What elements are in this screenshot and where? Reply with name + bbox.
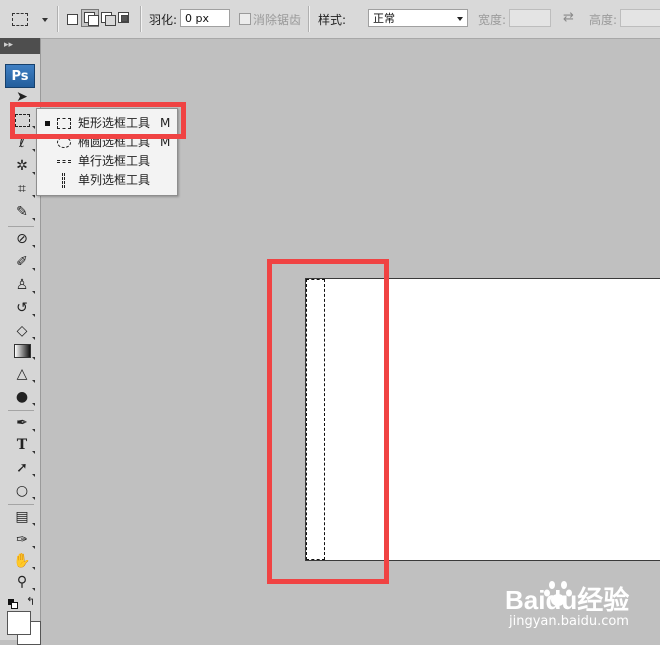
- ellipse-shape-tool-icon[interactable]: ○: [11, 482, 35, 500]
- single-column-marquee-icon: [62, 173, 65, 188]
- rect-marquee-icon: [12, 13, 28, 26]
- options-bar: 羽化: 0 px 消除锯齿 样式: 正常 宽度: ⇄ 高度:: [0, 0, 660, 39]
- style-select-value: 正常: [373, 12, 395, 25]
- type-tool-icon[interactable]: T: [11, 436, 35, 454]
- eraser-tool-icon[interactable]: ◇: [11, 322, 35, 340]
- hand-tool-icon[interactable]: ✋: [11, 552, 35, 570]
- healing-brush-tool-icon[interactable]: ⊘: [11, 230, 35, 248]
- watermark-site: jingyan.baidu.com: [509, 614, 629, 629]
- highlight-box-selection: [267, 259, 389, 584]
- pen-tool-icon[interactable]: ✒: [11, 414, 35, 432]
- foreground-color-swatch[interactable]: [7, 611, 31, 635]
- height-input[interactable]: [620, 9, 660, 27]
- zoom-tool-icon[interactable]: ⚲: [11, 573, 35, 591]
- baidu-watermark: Baidu经验 jingyan.baidu.com: [505, 576, 655, 636]
- tool-preset-picker[interactable]: [6, 8, 50, 30]
- height-label: 高度:: [589, 13, 618, 27]
- width-label: 宽度:: [478, 13, 507, 27]
- style-select[interactable]: 正常: [368, 9, 468, 27]
- swap-dimensions-icon[interactable]: ⇄: [563, 10, 574, 25]
- flyout-item-label: 单列选框工具: [78, 173, 151, 187]
- ps-logo[interactable]: Ps: [5, 64, 35, 88]
- new-selection-button[interactable]: [66, 13, 78, 25]
- gradient-tool-icon[interactable]: [11, 342, 35, 360]
- width-input[interactable]: [509, 9, 551, 27]
- flyout-item-single-row-marquee[interactable]: 单行选框工具: [37, 152, 177, 171]
- swap-colors-icon[interactable]: ↰: [26, 595, 35, 608]
- feather-input[interactable]: 0 px: [180, 9, 230, 27]
- flyout-item-label: 单行选框工具: [78, 154, 151, 168]
- style-label: 样式:: [318, 13, 347, 27]
- default-colors-icon[interactable]: [8, 599, 18, 609]
- toolbox-header[interactable]: ▸▸: [0, 38, 40, 54]
- flyout-item-single-column-marquee[interactable]: 单列选框工具: [37, 171, 177, 190]
- new-selection-icon: [67, 14, 78, 25]
- magic-wand-tool-icon[interactable]: ✲: [11, 157, 35, 175]
- intersect-selection-button[interactable]: [117, 11, 133, 27]
- chevron-down-icon: [42, 18, 48, 22]
- crop-tool-icon[interactable]: ⌗: [11, 180, 35, 198]
- antialias-checkbox[interactable]: [239, 13, 251, 25]
- dodge-tool-icon[interactable]: ●: [11, 388, 35, 406]
- add-to-selection-button[interactable]: [81, 9, 99, 27]
- brush-tool-icon[interactable]: ✐: [11, 253, 35, 271]
- expand-icon: ▸▸: [4, 40, 14, 50]
- antialias-label: 消除锯齿: [253, 13, 302, 27]
- history-brush-tool-icon[interactable]: ↺: [11, 299, 35, 317]
- slice-tool-icon[interactable]: ✎: [11, 203, 35, 221]
- chevron-down-icon: [457, 17, 463, 21]
- paw-icon: [544, 581, 572, 606]
- path-selection-tool-icon[interactable]: ➚: [11, 459, 35, 477]
- clone-stamp-tool-icon[interactable]: ♙: [11, 276, 35, 294]
- notes-tool-icon[interactable]: ▤: [11, 508, 35, 526]
- single-row-marquee-icon: [57, 160, 71, 163]
- eyedropper-tool-icon[interactable]: ✑: [11, 531, 35, 549]
- feather-label: 羽化:: [149, 13, 178, 27]
- blur-tool-icon[interactable]: △: [11, 365, 35, 383]
- highlight-box-flyout: [10, 102, 186, 139]
- subtract-from-selection-button[interactable]: [100, 11, 116, 27]
